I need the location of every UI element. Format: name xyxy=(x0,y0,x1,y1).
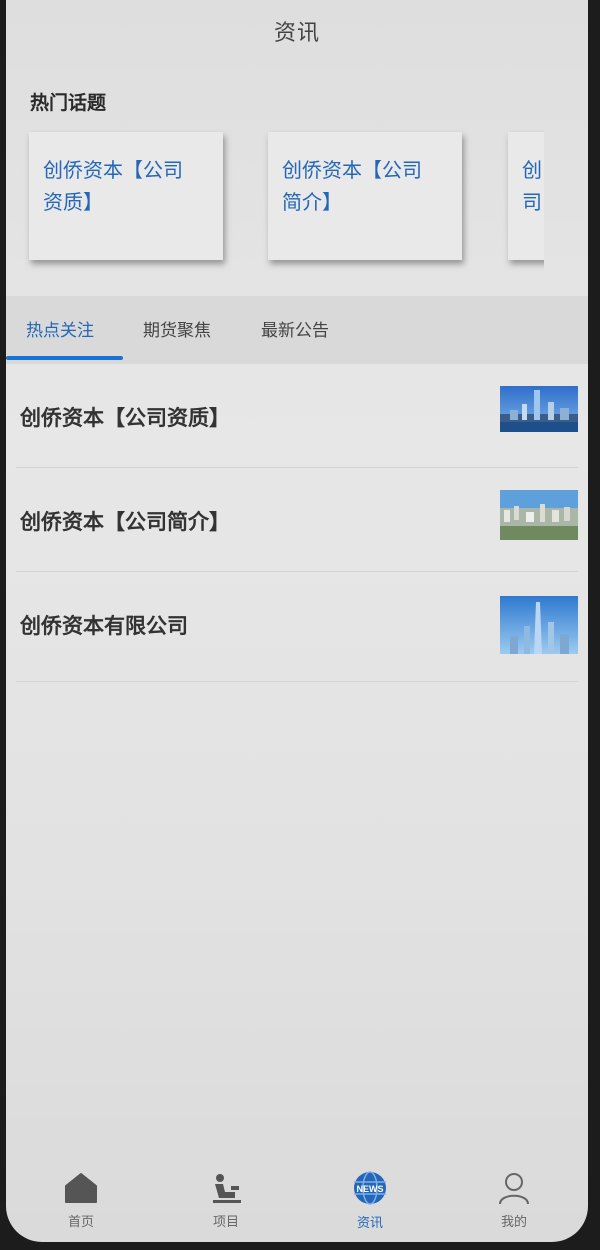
news-icon-text: NEWS xyxy=(357,1184,384,1194)
bottom-navigation: 首页 项目 NEWS 资讯 我的 xyxy=(6,1162,588,1242)
card-line: 创侨资本【公司 xyxy=(282,158,422,182)
card-line: 创侨资本【公司 xyxy=(43,158,183,182)
tab-latest-announcements[interactable]: 最新公告 xyxy=(261,316,329,341)
nav-project-label: 项目 xyxy=(212,1215,239,1230)
tab-futures-focus[interactable]: 期货聚焦 xyxy=(143,316,211,341)
hot-topic-card[interactable]: 创侨资本【公司 资质】 xyxy=(29,132,223,260)
news-tabs: 热点关注 期货聚焦 最新公告 xyxy=(6,296,588,364)
card-line: 创 xyxy=(522,158,542,182)
card-line: 简介】 xyxy=(282,190,342,214)
nav-home[interactable]: 首页 xyxy=(41,1170,121,1230)
nav-profile[interactable]: 我的 xyxy=(474,1170,554,1230)
nav-news-label: 资讯 xyxy=(356,1216,383,1231)
city-skyline-photo xyxy=(500,386,578,432)
skyscraper-photo xyxy=(500,596,578,654)
list-item[interactable]: 创侨资本有限公司 xyxy=(16,572,578,682)
top-bar: 资讯 xyxy=(6,0,588,62)
card-line: 资质】 xyxy=(43,190,103,214)
city-aerial-photo xyxy=(500,490,578,540)
page-title: 资讯 xyxy=(273,21,320,46)
user-icon xyxy=(496,1170,532,1205)
project-icon xyxy=(208,1170,244,1205)
active-tab-indicator xyxy=(6,356,123,360)
hot-topics-carousel[interactable]: 创侨资本【公司 资质】 创侨资本【公司 简介】 创 司 xyxy=(6,128,544,273)
hot-topic-card[interactable]: 创 司 xyxy=(508,132,544,260)
list-item-title: 创侨资本有限公司 xyxy=(20,614,188,638)
hot-topics-label: 热门话题 xyxy=(30,92,107,114)
list-item[interactable]: 创侨资本【公司资质】 xyxy=(16,364,578,468)
list-item[interactable]: 创侨资本【公司简介】 xyxy=(16,468,578,572)
nav-home-label: 首页 xyxy=(67,1215,94,1230)
list-item-title: 创侨资本【公司简介】 xyxy=(20,510,230,534)
nav-profile-label: 我的 xyxy=(500,1215,527,1230)
nav-news[interactable]: NEWS 资讯 xyxy=(330,1170,410,1231)
card-line: 司 xyxy=(522,190,542,214)
nav-project[interactable]: 项目 xyxy=(186,1170,266,1230)
news-list: 创侨资本【公司资质】 创侨资本【公司简介】 创侨资本有限公司 xyxy=(6,364,588,682)
home-icon xyxy=(63,1170,99,1205)
tab-hot-focus[interactable]: 热点关注 xyxy=(26,316,94,341)
app-screen: 资讯 热门话题 创侨资本【公司 资质】 创侨资本【公司 简介】 创 司 热点关注… xyxy=(6,0,588,1242)
hot-topic-card[interactable]: 创侨资本【公司 简介】 xyxy=(268,132,462,260)
news-icon: NEWS xyxy=(352,1170,388,1206)
list-item-title: 创侨资本【公司资质】 xyxy=(20,406,230,430)
